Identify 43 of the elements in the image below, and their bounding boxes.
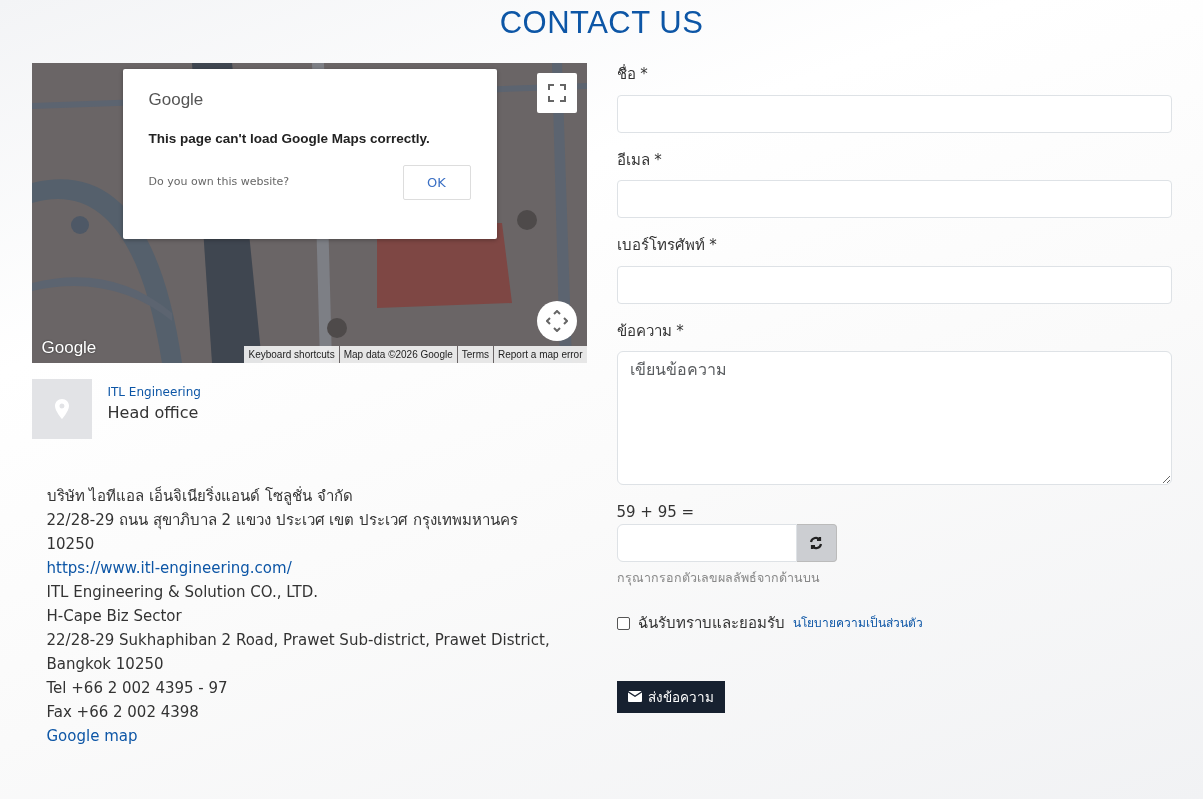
field-label: เบอร์โทรศัพท์ * xyxy=(616,235,717,257)
input-field[interactable] xyxy=(616,265,1172,304)
address-line: Tel +66 2 002 4395 - 97 xyxy=(46,678,228,700)
privacy-policy-link[interactable]: นโยบายความเป็นส่วนตัว xyxy=(792,614,923,633)
refresh-icon xyxy=(809,535,823,550)
field-label: ข้อความ * xyxy=(616,320,684,342)
consent-checkbox[interactable] xyxy=(616,616,630,630)
consent-text: ฉันรับทราบและยอมรับ xyxy=(637,613,785,635)
envelope-icon xyxy=(627,691,642,703)
send-button[interactable]: ส่งข้อความ xyxy=(616,680,725,713)
office-label: Head office xyxy=(107,402,200,425)
map-pin-icon xyxy=(54,399,69,420)
message-field[interactable]: เขียนข้อความ xyxy=(616,351,1172,486)
attribution-link[interactable]: Map data ©2026 Google xyxy=(339,346,457,364)
address-line: บริษัท ไอทีแอล เอ็นจิเนียริ่งแอนด์ โซลูชั่น จำกัด xyxy=(46,485,353,508)
company-name: ITL Engineering xyxy=(107,384,201,402)
attribution-link[interactable]: Keyboard shortcuts xyxy=(244,346,339,364)
captcha-question: 59 + 95 = xyxy=(616,502,695,524)
input-field[interactable] xyxy=(616,94,1172,133)
ownership-question: Do you own this website? xyxy=(148,174,290,191)
ok-button[interactable]: OK xyxy=(402,165,471,201)
error-message: This page can't load Google Maps correctly. xyxy=(148,129,430,148)
address-line: H-Cape Biz Sector xyxy=(46,606,182,628)
address-link[interactable]: https://www.itl-engineering.com/ xyxy=(46,556,292,581)
address-line: 22/28-29 ถนน สุขาภิบาล 2 แขวง ประเวศ เขต ประเวศ กรุงเทพมหานคร 10250 xyxy=(46,510,519,556)
address-line: 22/28-29 Sukhaphiban 2 Road, Prawet Sub-district, Prawet District, Bangkok 10250 xyxy=(46,630,551,676)
fullscreen-button[interactable] xyxy=(536,73,577,114)
captcha-field[interactable] xyxy=(616,523,797,562)
map-logo: Google xyxy=(41,336,97,359)
move-icon xyxy=(545,310,568,333)
page-title: CONTACT US xyxy=(498,4,705,42)
input-field[interactable] xyxy=(616,180,1172,219)
address-link[interactable]: Google map xyxy=(46,724,138,749)
refresh-button[interactable] xyxy=(796,523,837,562)
field-label: ชื่อ * xyxy=(616,63,648,86)
address-line: Fax +66 2 002 4398 xyxy=(46,702,199,724)
fullscreen-icon xyxy=(547,84,566,103)
attribution-link[interactable]: Terms xyxy=(457,346,493,364)
address-line: ITL Engineering & Solution CO., LTD. xyxy=(46,582,319,604)
captcha-hint: กรุณากรอกตัวเลขผลลัพธ์จากด้านบน xyxy=(616,569,820,585)
field-label: อีเมล * xyxy=(616,149,662,171)
attribution-link[interactable]: Report a map error xyxy=(494,346,587,364)
dialog-brand: Google xyxy=(148,89,204,112)
